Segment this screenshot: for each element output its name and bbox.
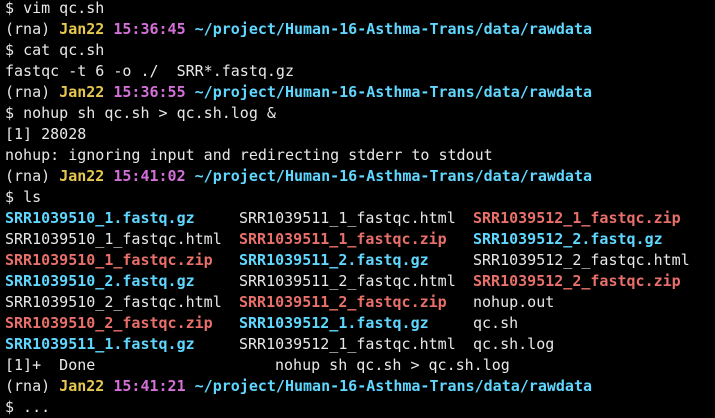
file-entry: SRR1039510_1_fastqc.zip — [5, 251, 213, 269]
env-name: (rna) — [5, 377, 51, 395]
env-name: (rna) — [5, 20, 51, 38]
command-line: $ nohup sh qc.sh > qc.sh.log & — [5, 103, 276, 124]
file-entry: qc.sh — [473, 314, 519, 332]
file-entry: SRR1039511_2_fastqc.zip — [239, 293, 447, 311]
prompt-path: ~/project/Human-16-Asthma-Trans/data/raw… — [194, 167, 593, 185]
prompt-symbol: $ — [5, 41, 15, 59]
file-entry: SRR1039512_1_fastqc.html — [239, 335, 456, 353]
prompt-date: Jan22 — [59, 167, 105, 185]
command-line: $ vim qc.sh — [5, 0, 104, 19]
output-line: [1] 28028 — [5, 125, 87, 143]
file-entry: SRR1039511_1.fastq.gz — [5, 335, 195, 353]
job-command: nohup sh qc.sh > qc.sh.log — [275, 356, 510, 374]
job-status-line: [1]+ Done nohup sh qc.sh > qc.sh.log — [5, 355, 705, 376]
env-name: (rna) — [5, 83, 51, 101]
file-entry: SRR1039512_2_fastqc.zip — [473, 272, 681, 290]
file-entry: SRR1039510_2_fastqc.html — [5, 293, 222, 311]
file-entry: nohup.out — [473, 293, 555, 311]
prompt-symbol: $ — [5, 104, 15, 122]
file-entry: SRR1039511_2.fastq.gz — [239, 251, 429, 269]
command-text: ls — [23, 188, 42, 206]
output-line: nohup: ignoring input and redirecting st… — [5, 146, 493, 164]
file-entry: SRR1039510_1_fastqc.html — [5, 230, 222, 248]
prompt-path: ~/project/Human-16-Asthma-Trans/data/raw… — [194, 83, 593, 101]
prompt-symbol: $ — [5, 188, 15, 206]
file-entry: SRR1039512_2_fastqc.html — [473, 251, 690, 269]
file-entry: SRR1039511_1_fastqc.zip — [239, 230, 447, 248]
command-line: $ cat qc.sh — [5, 40, 104, 61]
prompt-date: Jan22 — [59, 377, 105, 395]
file-entry: SRR1039510_2.fastq.gz — [5, 272, 195, 290]
prompt-line: (rna) Jan22 15:36:45 ~/project/Human-16-… — [5, 19, 592, 40]
file-entry: SRR1039512_1.fastq.gz — [239, 314, 429, 332]
prompt-date: Jan22 — [59, 83, 105, 101]
prompt-line: (rna) Jan22 15:41:02 ~/project/Human-16-… — [5, 166, 592, 187]
prompt-symbol: $ — [5, 0, 15, 17]
file-entry: SRR1039512_2.fastq.gz — [473, 230, 663, 248]
file-entry: SRR1039511_2_fastqc.html — [239, 272, 456, 290]
file-entry: SRR1039510_2_fastqc.zip — [5, 314, 213, 332]
prompt-time: 15:41:21 — [113, 377, 186, 395]
command-line: $ ls — [5, 187, 41, 208]
file-entry: SRR1039512_1_fastqc.zip — [473, 209, 681, 227]
file-entry: qc.sh.log — [473, 335, 555, 353]
prompt-time: 15:36:45 — [113, 20, 186, 38]
output-line: fastqc -t 6 -o ./ SRR*.fastq.gz — [5, 62, 294, 80]
command-text: nohup sh qc.sh > qc.sh.log & — [23, 104, 276, 122]
prompt-line: (rna) Jan22 15:36:55 ~/project/Human-16-… — [5, 82, 592, 103]
env-name: (rna) — [5, 167, 51, 185]
terminal-window[interactable]: $ vim qc.sh (rna) Jan22 15:36:45 ~/proje… — [0, 0, 715, 416]
prompt-time: 15:36:55 — [113, 83, 186, 101]
prompt-time: 15:41:02 — [113, 167, 186, 185]
prompt-path: ~/project/Human-16-Asthma-Trans/data/raw… — [194, 20, 593, 38]
file-entry: SRR1039510_1.fastq.gz — [5, 209, 195, 227]
command-text: vim qc.sh — [23, 0, 105, 17]
file-entry: SRR1039511_1_fastqc.html — [239, 209, 456, 227]
file-listing: SRR1039510_1.fastq.gz SRR1039511_1_fastq… — [5, 208, 705, 355]
prompt-line: (rna) Jan22 15:41:21 ~/project/Human-16-… — [5, 376, 592, 397]
command-text: cat qc.sh — [23, 41, 105, 59]
prompt-date: Jan22 — [59, 20, 105, 38]
command-input-line[interactable]: $ ... — [5, 397, 50, 418]
job-status: [1]+ Done — [5, 356, 96, 374]
prompt-path: ~/project/Human-16-Asthma-Trans/data/raw… — [194, 377, 593, 395]
